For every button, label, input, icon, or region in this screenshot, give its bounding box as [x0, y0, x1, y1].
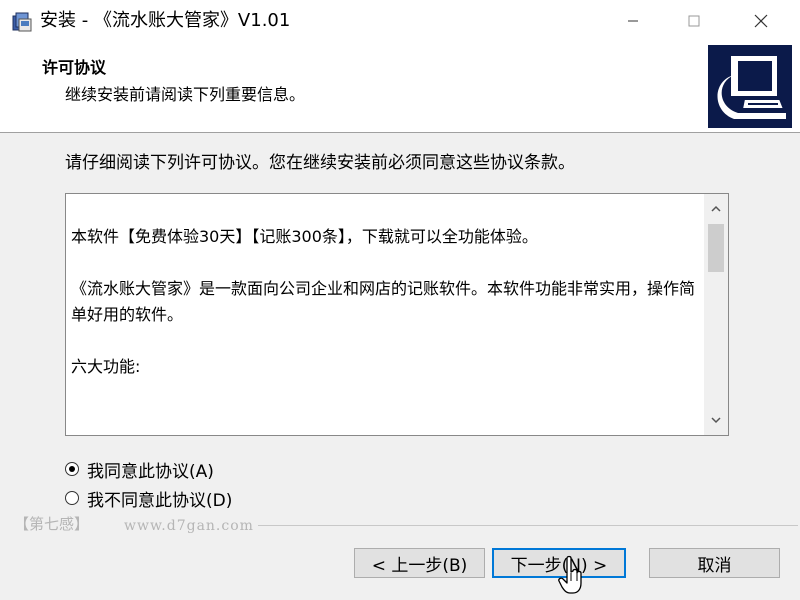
license-content: 本软件【免费体验30天】【记账300条】，下载就可以全功能体验。 《流水账大管家…: [71, 224, 699, 380]
installer-app-icon: [12, 12, 32, 32]
chevron-down-icon: [711, 417, 721, 424]
maximize-button[interactable]: [664, 0, 724, 42]
license-paragraph: 本软件【免费体验30天】【记账300条】，下载就可以全功能体验。: [71, 227, 538, 246]
license-paragraph: 六大功能:: [71, 357, 141, 376]
title-bar: 安装 - 《流水账大管家》V1.01: [0, 0, 800, 42]
minimize-icon: [628, 20, 638, 22]
cancel-button[interactable]: 取消: [649, 548, 780, 578]
license-paragraph: 《流水账大管家》是一款面向公司企业和网店的记账软件。本软件功能非常实用，操作简单…: [71, 279, 696, 324]
scroll-thumb[interactable]: [708, 224, 724, 272]
close-button[interactable]: [731, 0, 791, 42]
minimize-button[interactable]: [603, 0, 663, 42]
hand-cursor-icon: [558, 555, 582, 594]
installer-logo: [708, 45, 792, 128]
accept-radio[interactable]: [65, 462, 79, 476]
license-textbox[interactable]: 本软件【免费体验30天】【记账300条】，下载就可以全功能体验。 《流水账大管家…: [65, 193, 729, 436]
window-title: 安装 - 《流水账大管家》V1.01: [40, 10, 291, 31]
decline-label[interactable]: 我不同意此协议(D): [87, 486, 232, 511]
scroll-up-button[interactable]: [704, 198, 728, 220]
decline-option[interactable]: 我不同意此协议(D): [65, 486, 232, 511]
accept-label[interactable]: 我同意此协议(A): [87, 457, 214, 482]
maximize-icon: [688, 15, 700, 27]
page-title: 许可协议: [42, 58, 107, 77]
back-button[interactable]: < 上一步(B): [354, 548, 485, 578]
accept-option[interactable]: 我同意此协议(A): [65, 457, 214, 482]
page-subtitle: 继续安装前请阅读下列重要信息。: [65, 85, 306, 104]
intro-text: 请仔细阅读下列许可协议。您在继续安装前必须同意这些协议条款。: [65, 153, 575, 173]
chevron-up-icon: [711, 205, 721, 212]
license-scrollbar[interactable]: [704, 194, 728, 435]
footer-divider: [258, 525, 798, 526]
watermark-url: www.d7gan.com: [124, 518, 254, 534]
wizard-header: 许可协议 继续安装前请阅读下列重要信息。: [0, 42, 800, 133]
computer-icon: [717, 54, 786, 119]
scroll-down-button[interactable]: [704, 409, 728, 431]
close-icon: [754, 14, 768, 28]
decline-radio[interactable]: [65, 491, 79, 505]
watermark-brand: 【第七感】: [14, 515, 90, 533]
